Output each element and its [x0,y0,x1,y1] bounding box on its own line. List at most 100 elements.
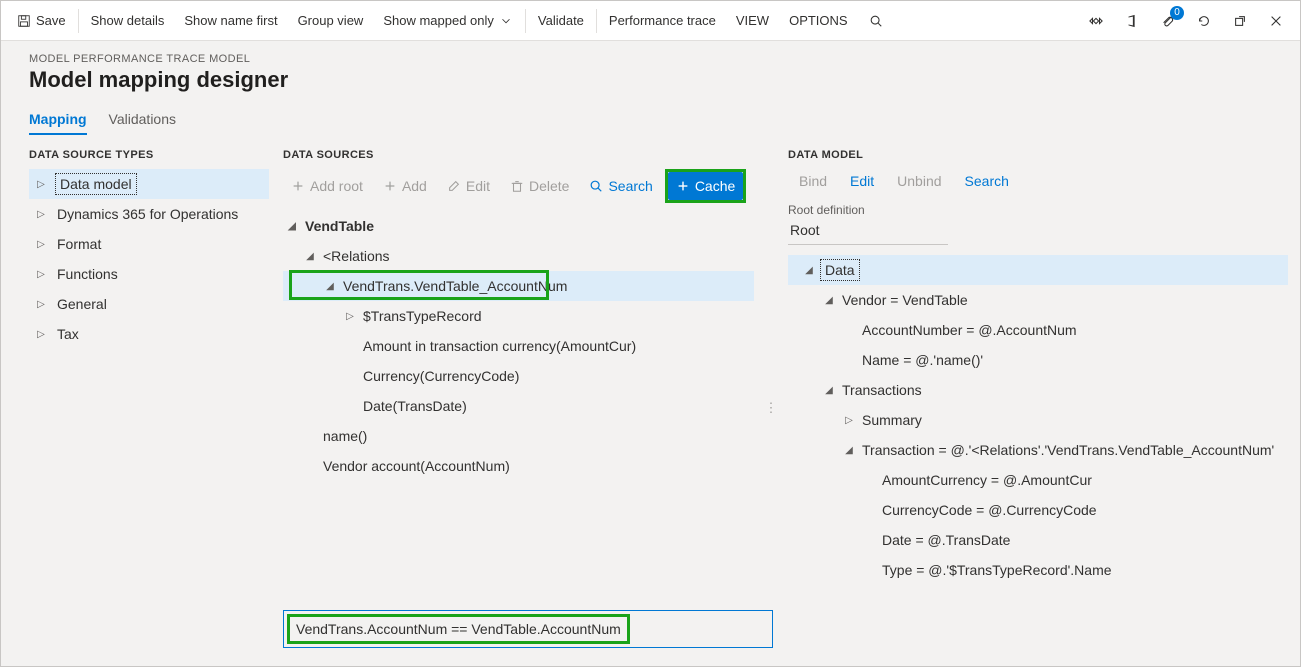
ds-node-vendtrans[interactable]: ◢VendTrans.VendTable_AccountNum [283,271,754,301]
dm-node-accnum[interactable]: AccountNumber = @.AccountNum [788,315,1288,345]
ds-node-transtype[interactable]: ▷$TransTypeRecord [283,301,754,331]
dm-root-label: Root definition [788,203,1288,217]
dm-node-name[interactable]: Name = @.'name()' [788,345,1288,375]
app-switch-button[interactable] [1078,1,1114,41]
page-title: Model mapping designer [29,67,1272,93]
expand-icon: ▷ [35,179,47,190]
node-label: AccountNumber = @.AccountNum [862,322,1077,338]
dst-label: Data model [57,175,135,193]
pencil-icon [447,179,461,193]
show-details-button[interactable]: Show details [81,1,175,41]
dm-node-transaction[interactable]: ◢Transaction = @.'<Relations'.'VendTrans… [788,435,1288,465]
dst-item-data-model[interactable]: ▷ Data model [29,169,269,199]
dm-node-summary[interactable]: ▷Summary [788,405,1288,435]
dm-edit-button[interactable]: Edit [839,169,880,193]
expand-icon: ▷ [35,329,47,340]
collapse-icon: ◢ [842,445,856,456]
group-view-button[interactable]: Group view [288,1,374,41]
node-label: $TransTypeRecord [363,308,482,324]
validate-button[interactable]: Validate [528,1,594,41]
bind-button[interactable]: Bind [788,169,833,193]
dst-item-functions[interactable]: ▷Functions [29,259,269,289]
ds-node-name[interactable]: name() [283,421,754,451]
ds-search-button[interactable]: Search [581,172,660,200]
save-icon [17,14,31,28]
dst-item-tax[interactable]: ▷Tax [29,319,269,349]
search-button[interactable] [858,1,894,41]
formula-text[interactable]: VendTrans.AccountNum == VendTable.Accoun… [290,617,627,641]
ds-node-vendoracc[interactable]: Vendor account(AccountNum) [283,451,754,481]
node-label: CurrencyCode = @.CurrencyCode [882,502,1097,518]
attachments-badge: 0 [1170,6,1184,20]
dm-node-transactions[interactable]: ◢Transactions [788,375,1288,405]
ds-toolbar: Add root Add Edit Delete Search Cache [283,169,754,203]
node-label: Vendor account(AccountNum) [323,458,510,474]
group-view-label: Group view [298,13,364,28]
dm-search-button[interactable]: Search [954,169,1015,193]
dm-node-currencycode[interactable]: CurrencyCode = @.CurrencyCode [788,495,1288,525]
node-label: <Relations [323,248,390,264]
save-button[interactable]: Save [7,1,76,41]
ds-node-relations[interactable]: ◢<Relations [283,241,754,271]
dm-node-vendor[interactable]: ◢Vendor = VendTable [788,285,1288,315]
page-tabs: Mapping Validations [29,107,1272,135]
refresh-icon [1197,14,1211,28]
node-label: VendTrans.VendTable_AccountNum [343,278,567,294]
btn-label: Edit [466,178,490,194]
add-button[interactable]: Add [375,172,435,200]
popout-button[interactable] [1222,1,1258,41]
node-label: Date(TransDate) [363,398,467,414]
popout-icon [1233,14,1247,28]
dst-item-dynamics[interactable]: ▷Dynamics 365 for Operations [29,199,269,229]
ds-node-date[interactable]: Date(TransDate) [283,391,754,421]
ds-node-vendtable[interactable]: ◢VendTable [283,211,754,241]
chevron-down-icon [499,14,513,28]
add-root-button[interactable]: Add root [283,172,371,200]
performance-trace-label: Performance trace [609,13,716,28]
unbind-button[interactable]: Unbind [886,169,947,193]
performance-trace-button[interactable]: Performance trace [599,1,726,41]
show-name-first-button[interactable]: Show name first [174,1,287,41]
column-resize-handle[interactable]: ⋮ [768,149,774,666]
show-mapped-only-button[interactable]: Show mapped only [373,1,523,41]
dm-node-dateval[interactable]: Date = @.TransDate [788,525,1288,555]
dm-tree-scroll[interactable]: ◢Data ◢Vendor = VendTable AccountNumber … [788,255,1288,593]
dm-root-value[interactable]: Root [788,219,948,245]
plus-icon [676,179,690,193]
dm-node-type[interactable]: Type = @.'$TransTypeRecord'.Name [788,555,1288,585]
node-label: Type = @.'$TransTypeRecord'.Name [882,562,1112,578]
edit-button[interactable]: Edit [439,172,498,200]
page-header: MODEL PERFORMANCE TRACE MODEL Model mapp… [1,41,1300,135]
trash-icon [510,179,524,193]
ds-node-amount[interactable]: Amount in transaction currency(AmountCur… [283,331,754,361]
tab-validations[interactable]: Validations [109,107,176,135]
dm-heading: DATA MODEL [788,149,1288,161]
dm-node-amountcur[interactable]: AmountCurrency = @.AmountCur [788,465,1288,495]
search-icon [589,179,603,193]
dst-label: Functions [57,266,118,282]
dm-node-data[interactable]: ◢Data [788,255,1288,285]
save-label: Save [36,13,66,28]
view-label: VIEW [736,13,769,28]
node-label: Name = @.'name()' [862,352,983,368]
delete-button[interactable]: Delete [502,172,577,200]
refresh-button[interactable] [1186,1,1222,41]
node-label: Data [822,261,858,279]
btn-label: Unbind [897,173,941,189]
cache-button[interactable]: Cache [668,172,743,200]
tab-mapping[interactable]: Mapping [29,107,87,135]
ds-node-currency[interactable]: Currency(CurrencyCode) [283,361,754,391]
expand-icon: ▷ [35,209,47,220]
node-label: VendTable [305,218,374,234]
ds-tree: ◢VendTable ◢<Relations ◢VendTrans.VendTa… [283,211,754,481]
view-menu[interactable]: VIEW [726,1,779,41]
attachments-button[interactable]: 0 [1150,1,1186,41]
close-button[interactable] [1258,1,1294,41]
office-icon [1125,14,1139,28]
office-button[interactable] [1114,1,1150,41]
dst-item-general[interactable]: ▷General [29,289,269,319]
show-name-first-label: Show name first [184,13,277,28]
options-menu[interactable]: OPTIONS [779,1,858,41]
collapse-icon: ◢ [822,385,836,396]
dst-item-format[interactable]: ▷Format [29,229,269,259]
